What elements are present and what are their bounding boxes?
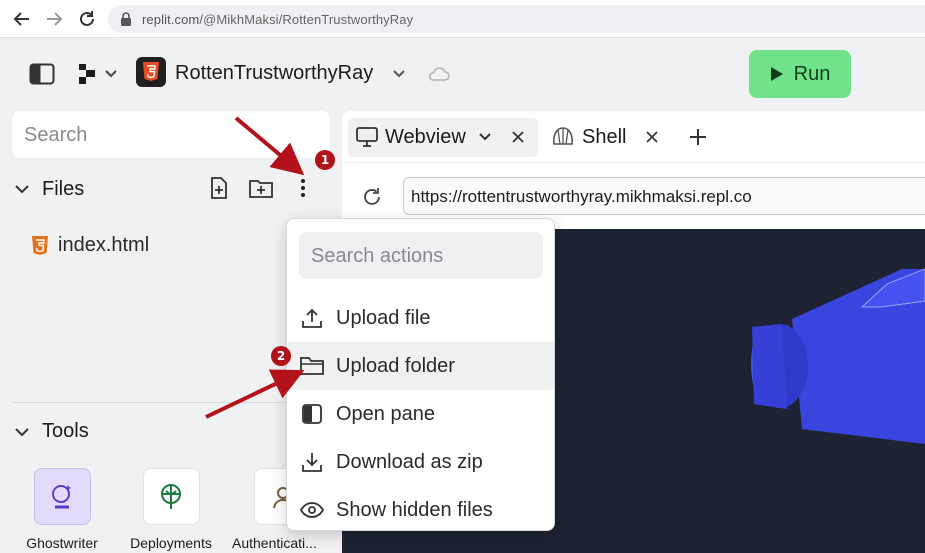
forward-icon[interactable]	[43, 8, 65, 30]
menu-item-show-hidden[interactable]: Show hidden files	[288, 486, 554, 534]
tool-ghostwriter[interactable]: Ghostwriter	[19, 468, 105, 551]
close-tab-icon[interactable]	[642, 128, 662, 146]
eye-icon	[288, 502, 336, 518]
tab-webview-label[interactable]: Webview	[385, 126, 466, 149]
menu-item-open-pane[interactable]: Open pane	[288, 390, 554, 438]
file-search-placeholder: Search	[24, 124, 88, 146]
back-icon[interactable]	[11, 8, 33, 30]
tools-title: Tools	[42, 420, 89, 442]
search-actions-placeholder: Search actions	[311, 245, 444, 267]
menu-item-label: Download as zip	[336, 450, 483, 473]
menu-item-download-zip[interactable]: Download as zip	[288, 438, 554, 486]
menu-item-label: Show hidden files	[336, 498, 493, 521]
html5-file-icon	[32, 235, 48, 255]
webview-url-text: https://rottentrustworthyray.mikhmaksi.r…	[411, 187, 752, 206]
tool-label: Ghostwriter	[26, 535, 98, 551]
files-title: Files	[42, 177, 85, 200]
upload-icon	[288, 307, 336, 329]
chevron-down-icon[interactable]	[14, 184, 30, 194]
pane-icon	[288, 404, 336, 424]
chevron-down-icon[interactable]	[390, 66, 408, 82]
run-button[interactable]: Run	[749, 50, 851, 98]
close-tab-icon[interactable]	[508, 128, 528, 146]
tab-shell-label[interactable]: Shell	[582, 126, 626, 149]
file-actions-menu: Search actions Upload file Upload folder…	[286, 218, 555, 531]
cloud-icon	[426, 64, 452, 84]
tool-label: Authenticati...	[232, 535, 317, 551]
menu-item-label: Upload file	[336, 306, 431, 329]
lock-icon	[120, 12, 132, 31]
pane-tab-bar: Webview Shell	[342, 111, 925, 163]
search-actions-input[interactable]: Search actions	[299, 232, 543, 279]
reload-icon[interactable]	[76, 8, 98, 30]
file-search-input[interactable]: Search	[12, 111, 330, 158]
play-icon	[770, 67, 783, 81]
address-text: replit.com/@MikhMaksi/RottenTrustworthyR…	[142, 12, 413, 27]
download-icon	[288, 451, 336, 473]
chevron-down-icon[interactable]	[477, 130, 493, 144]
more-options-icon[interactable]	[294, 176, 312, 200]
file-name: index.html	[58, 234, 150, 256]
run-label: Run	[793, 62, 831, 85]
menu-item-label: Upload folder	[336, 354, 455, 377]
menu-item-label: Open pane	[336, 402, 435, 425]
tool-label: Deployments	[130, 535, 212, 551]
tools-section-header[interactable]: Tools	[14, 420, 89, 443]
menu-item-upload-folder[interactable]: Upload folder	[288, 342, 554, 390]
sidebar-toggle-icon[interactable]	[28, 62, 56, 86]
url-host: replit.com	[142, 12, 200, 27]
file-item[interactable]: index.html	[32, 234, 149, 257]
folder-icon	[288, 356, 336, 376]
repl-name[interactable]: RottenTrustworthyRay	[175, 62, 373, 85]
replit-logo-menu-icon[interactable]	[76, 62, 120, 86]
ghostwriter-icon	[33, 468, 91, 525]
browser-toolbar: replit.com/@MikhMaksi/RottenTrustworthyR…	[0, 0, 925, 38]
files-section-header[interactable]: Files	[14, 176, 84, 202]
webview-url-input[interactable]: https://rottentrustworthyray.mikhmaksi.r…	[403, 177, 925, 215]
deployments-icon	[142, 468, 200, 525]
annotation-arrow-2	[205, 369, 305, 419]
new-folder-icon[interactable]	[248, 177, 274, 199]
url-path: /@MikhMaksi/RottenTrustworthyRay	[199, 12, 414, 27]
annotation-badge-2: 2	[271, 346, 291, 366]
annotation-badge-1: 1	[315, 150, 335, 170]
shell-icon	[550, 125, 576, 149]
menu-item-upload-file[interactable]: Upload file	[288, 294, 554, 342]
tool-deployments[interactable]: Deployments	[124, 468, 218, 551]
html5-icon	[136, 57, 166, 87]
add-tab-icon[interactable]	[686, 125, 710, 149]
refresh-icon[interactable]	[360, 185, 384, 209]
monitor-icon	[356, 127, 378, 147]
chevron-down-icon[interactable]	[14, 427, 30, 437]
address-bar[interactable]: replit.com/@MikhMaksi/RottenTrustworthyR…	[108, 5, 925, 33]
new-file-icon[interactable]	[208, 176, 230, 200]
